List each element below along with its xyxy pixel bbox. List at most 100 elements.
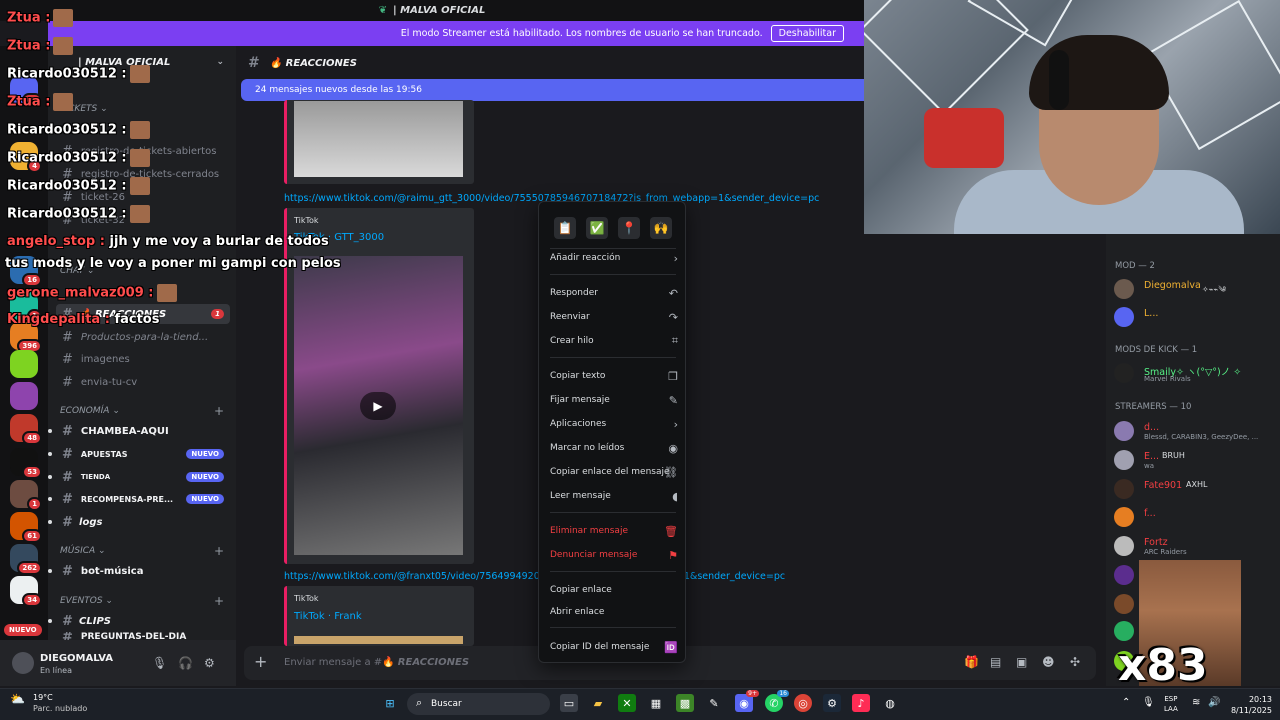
sticker-icon[interactable]: ▣ [1016,655,1027,669]
headphones-icon[interactable]: 🎧 [178,656,193,670]
disable-streamer-button[interactable]: Deshabilitar [770,25,844,42]
clock[interactable]: 20:13 8/11/2025 [1226,694,1272,716]
link-icon: ⛓ [664,465,678,479]
category-economia[interactable]: ECONOMÍA ⌄ [60,406,120,416]
reaction-check[interactable]: ✅ [586,217,608,239]
overlay-chat-line: Ricardo030512 : [7,149,150,167]
user-name: DIEGOMALVA [40,653,114,664]
new-messages-bar[interactable]: 24 mensajes nuevos desde las 19:56 [241,79,864,101]
menu-forward[interactable]: Reenviar ↷ [550,308,678,326]
emote [53,37,74,55]
store-icon[interactable]: ▦ [647,694,665,712]
server-icon[interactable]: 262 [10,544,42,575]
category-musica[interactable]: MÚSICA ⌄ [60,546,106,556]
video-thumbnail[interactable] [294,101,463,177]
taskbar-search[interactable]: ⌕ Buscar [407,693,550,715]
avatar[interactable] [12,652,34,674]
notepad-icon[interactable]: ✎ [705,694,723,712]
menu-apps[interactable]: Aplicaciones › [550,415,678,433]
reaction-pin[interactable]: 📍 [618,217,640,239]
menu-open-link[interactable]: Abrir enlace [550,603,678,621]
menu-reply[interactable]: Responder ↶ [550,284,678,302]
minecraft-icon[interactable]: ▩ [676,694,694,712]
menu-pin-message[interactable]: Fijar mensaje ✎ [550,391,678,409]
add-channel-icon[interactable]: + [214,544,224,558]
xbox-icon[interactable]: ✕ [618,694,636,712]
channel-productos[interactable]: # Productos-para-la-tiend... [56,327,230,347]
server-icon[interactable]: 34 [10,576,42,607]
chevron-up-icon[interactable]: ⌃ [1122,697,1130,708]
hash-icon: # [62,491,73,507]
channel-chambea[interactable]: # CHAMBEA-AQUI [56,421,230,441]
server-icon[interactable]: 1 [10,480,42,511]
menu-report-message[interactable]: Denunciar mensaje ⚑ [550,546,678,564]
apps-icon[interactable]: ✣ [1070,655,1080,669]
member-row[interactable]: Diegomalva ✧⌁⌁༄ [1114,278,1274,300]
menu-copy-text[interactable]: Copiar texto ❐ [550,367,678,385]
server-icon[interactable]: 48 [10,414,42,445]
menu-mark-unread[interactable]: Marcar no leídos ◉ [550,439,678,457]
plus-icon[interactable]: + [254,652,267,671]
menu-add-reaction[interactable]: Añadir reacción › [550,249,678,267]
menu-read-message[interactable]: Leer mensaje ◖ [550,487,678,505]
language-indicator[interactable]: ESP LAA [1164,694,1178,714]
add-channel-icon[interactable]: + [214,404,224,418]
task-view-icon[interactable]: ▭ [560,694,578,712]
channel-envia-tu-cv[interactable]: # envia-tu-cv [56,372,230,392]
gift-icon[interactable]: 🎁 [964,655,979,669]
reaction-raised-hands[interactable]: 🙌 [650,217,672,239]
member-row[interactable]: E... BRUH wa [1114,449,1274,471]
gear-icon[interactable]: ⚙ [204,656,215,670]
server-icon[interactable]: 53 [10,448,42,479]
channel-clips[interactable]: # CLIPS [56,611,230,631]
window-title: | MALVA OFICIAL [393,5,486,16]
member-row[interactable]: f... [1114,506,1274,528]
whatsapp-icon[interactable]: ✆ 16 [765,690,789,712]
channel-bot-musica[interactable]: # bot-música [56,561,230,581]
avatar [1114,479,1134,499]
channel-imagenes[interactable]: # imagenes [56,349,230,369]
server-icon[interactable] [10,350,38,378]
video-thumbnail[interactable] [294,636,463,644]
flag-icon: ⚑ [668,548,678,562]
gif-icon[interactable]: ▤ [990,655,1001,669]
play-icon[interactable]: ▶ [360,392,396,420]
obs-icon[interactable]: ◍ [881,694,899,712]
id-icon: 🆔 [664,640,678,654]
menu-copy-message-id[interactable]: Copiar ID del mensaje 🆔 [550,638,678,656]
server-icon[interactable]: 61 [10,512,42,543]
tiktok-link[interactable]: https://www.tiktok.com/@franxt05/video/7… [284,571,785,582]
member-row[interactable]: L... [1114,306,1274,328]
channel-logs[interactable]: # logs [56,512,230,532]
embed-author[interactable]: TikTok · Frank [294,611,362,622]
discord-icon[interactable]: ◉ 9+ [735,690,759,712]
wifi-icon[interactable]: ≋ [1192,697,1200,708]
weather-icon[interactable]: ⛅ [10,692,25,706]
tiktok-icon[interactable]: ♪ [852,694,870,712]
category-eventos[interactable]: EVENTOS ⌄ [60,596,113,606]
emoji-icon[interactable]: ☻ [1042,655,1055,669]
reaction-clipboard[interactable]: 📋 [554,217,576,239]
server-icon[interactable] [10,382,38,410]
start-icon[interactable]: ⊞ [381,694,399,712]
folder-icon[interactable]: ▰ [589,694,607,712]
gift-counter: x83 [1118,640,1208,691]
menu-copy-message-link[interactable]: Copiar enlace del mensaje ⛓ [550,463,678,481]
menu-copy-link[interactable]: Copiar enlace [550,581,678,599]
menu-delete-message[interactable]: Eliminar mensaje 🗑 [550,522,678,540]
menu-create-thread[interactable]: Crear hilo ⌗ [550,332,678,350]
channel-tienda[interactable]: # TIENDA NUEVO [56,467,230,487]
channel-recompensa[interactable]: # RECOMPENSA-PRE... NUEVO [56,489,230,509]
chrome-icon[interactable]: ◎ [794,694,812,712]
channel-apuestas[interactable]: # APUESTAS NUEVO [56,444,230,464]
member-row[interactable]: Smaily✧ ヽ(°▽°)ノ ✧ Marvel Rivals [1114,362,1274,384]
member-row[interactable]: d... Blessd, CARABIN3, GeezyDee, ... [1114,420,1274,442]
add-channel-icon[interactable]: + [214,594,224,608]
microphone-icon[interactable]: 🎙 [152,656,167,670]
steam-icon[interactable]: ⚙ [823,694,841,712]
volume-icon[interactable]: 🔊 [1208,697,1220,708]
microphone-icon[interactable]: 🎙 [1142,697,1155,708]
member-row[interactable]: Fate901 AXHL [1114,478,1274,500]
hash-icon: # [248,55,260,71]
member-row[interactable]: Fortz ARC Raiders [1114,535,1274,557]
